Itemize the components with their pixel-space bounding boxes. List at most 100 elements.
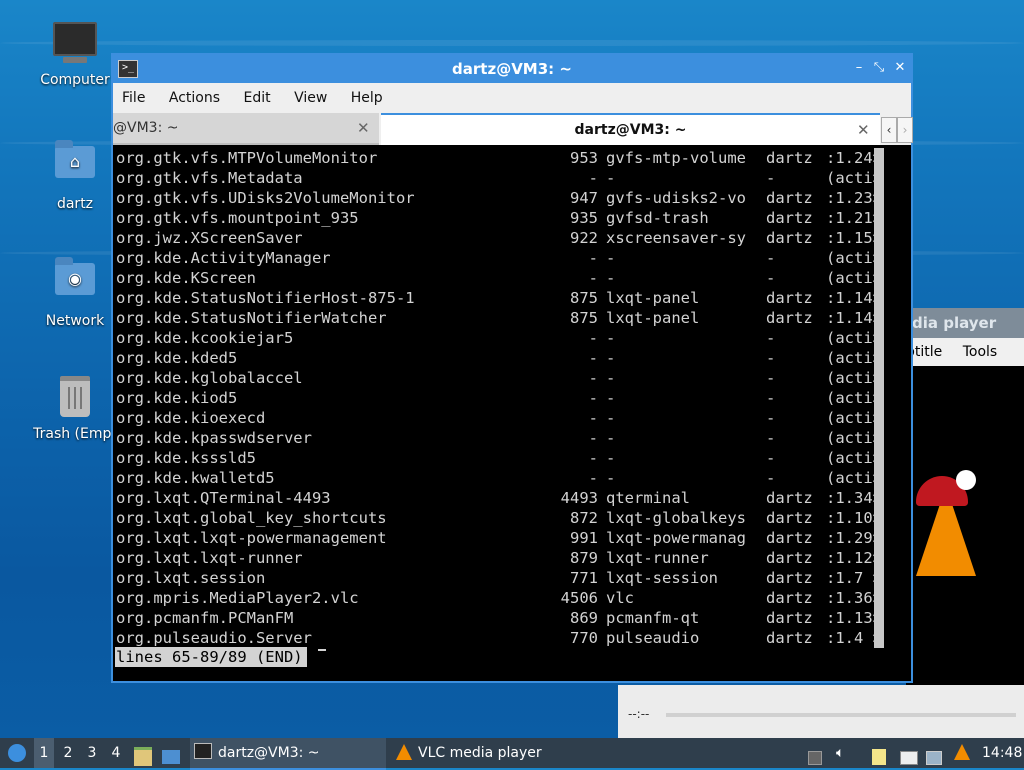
cell-process: xscreensaver-sy [606, 229, 746, 247]
cell-user: dartz [766, 489, 813, 507]
menu-help[interactable]: Help [351, 90, 383, 106]
tab-active[interactable]: dartz@VM3: ~ ✕ [381, 113, 880, 145]
vlc-seek-bar[interactable] [666, 713, 1016, 717]
cell-name: org.kde.kded5 [116, 349, 238, 367]
cell-pid: - [588, 269, 598, 287]
tab-scroll-left-button[interactable]: ‹ [881, 117, 897, 143]
vlc-video-area[interactable] [906, 366, 1024, 696]
vlc-title: dia player [906, 308, 1024, 338]
vlc-window[interactable]: dia player btitle Tools [906, 308, 1024, 738]
task-label: VLC media player [418, 745, 542, 761]
cell-pid: 922 [570, 229, 598, 247]
tray-network-icon[interactable] [926, 738, 946, 768]
desktop-icon-trash[interactable]: Trash (Empt [25, 372, 125, 442]
menu-edit[interactable]: Edit [243, 90, 270, 106]
tray-notes-icon[interactable] [872, 738, 892, 768]
desktop-icon-computer[interactable]: Computer [25, 22, 125, 88]
cell-process: lxqt-powermanag [606, 529, 746, 547]
cell-process: - [606, 409, 616, 427]
cell-pid: - [588, 429, 598, 447]
cell-pid: 875 [570, 309, 598, 327]
cell-name: org.gtk.vfs.Metadata [116, 169, 303, 187]
cell-process: lxqt-panel [606, 309, 700, 327]
tray-app-icon[interactable] [900, 738, 920, 768]
terminal-icon [194, 743, 212, 759]
tab-label: @VM3: ~ [113, 120, 179, 136]
vlc-tray-icon[interactable] [954, 738, 974, 768]
cell-pid: 4506 [560, 589, 598, 607]
tab-scroll-right-button[interactable]: › [897, 117, 913, 143]
menu-file[interactable]: File [122, 90, 145, 106]
cell-pid: - [588, 169, 598, 187]
cell-name: org.kde.KScreen [116, 269, 256, 287]
cell-process: - [606, 349, 616, 367]
cell-name: org.lxqt.lxqt-powermanagement [116, 529, 387, 547]
cell-process: lxqt-globalkeys [606, 509, 746, 527]
volume-icon[interactable]: 🔈︎ [836, 738, 854, 768]
tab-inactive[interactable]: @VM3: ~ ✕ [113, 113, 379, 145]
tab-close-icon[interactable]: ✕ [357, 113, 370, 143]
text-cursor [318, 649, 326, 651]
cell-process: - [606, 169, 616, 187]
cell-process: lxqt-runner [606, 549, 709, 567]
cell-name: org.kde.kwalletd5 [116, 469, 275, 487]
clock[interactable]: 14:48 [982, 738, 1022, 768]
cell-user: - [766, 429, 776, 447]
pager-status-line: lines 65-89/89 (END) [115, 647, 307, 667]
cell-user: dartz [766, 509, 813, 527]
cell-user: - [766, 169, 776, 187]
cell-name: org.kde.kpasswdserver [116, 429, 312, 447]
vlc-time-display: --:-- [628, 707, 650, 721]
window-titlebar[interactable]: >_ dartz@VM3: ~ – ⤡ ✕ [113, 55, 911, 83]
vlc-controls: --:-- [618, 685, 1024, 738]
cell-user: dartz [766, 549, 813, 567]
cell-pid: 4493 [560, 489, 598, 507]
desktop-switch-2[interactable]: 2 [58, 738, 78, 768]
desktop-switch-1[interactable]: 1 [34, 738, 54, 768]
cell-process: - [606, 429, 616, 447]
app-menu-button[interactable] [4, 738, 30, 768]
tab-close-icon[interactable]: ✕ [857, 115, 870, 145]
cell-name: org.mpris.MediaPlayer2.vlc [116, 589, 359, 607]
task-vlc[interactable]: VLC media player [390, 738, 590, 770]
cell-name: org.gtk.vfs.UDisks2VolumeMonitor [116, 189, 415, 207]
cell-user: - [766, 349, 776, 367]
close-button[interactable]: ✕ [891, 59, 909, 77]
desktop-icon-home[interactable]: ⌂ dartz [25, 138, 125, 212]
terminal-window[interactable]: >_ dartz@VM3: ~ – ⤡ ✕ File Actions Edit … [111, 53, 913, 683]
task-terminal[interactable]: dartz@VM3: ~ [190, 738, 386, 770]
file-manager-launcher-icon[interactable] [134, 738, 154, 768]
cell-process: gvfs-mtp-volume [606, 149, 746, 167]
cell-name: org.jwz.XScreenSaver [116, 229, 303, 247]
minimize-button[interactable]: – [850, 59, 868, 77]
cell-process: - [606, 249, 616, 267]
cell-user: dartz [766, 529, 813, 547]
scrollbar[interactable] [874, 148, 884, 648]
tray-clipboard-icon[interactable] [808, 738, 826, 768]
cell-pid: 991 [570, 529, 598, 547]
show-desktop-icon[interactable] [162, 738, 182, 768]
cell-process: qterminal [606, 489, 690, 507]
cell-process: vlc [606, 589, 634, 607]
desktop-icon-label: Trash (Empt [33, 426, 117, 442]
desktop-icon-network[interactable]: ◉ Network [25, 255, 125, 329]
vlc-menu-tools[interactable]: Tools [963, 344, 998, 360]
menu-actions[interactable]: Actions [169, 90, 220, 106]
cell-user: dartz [766, 609, 813, 627]
cell-user: dartz [766, 189, 813, 207]
cell-process: pulseaudio [606, 629, 700, 647]
cell-pid: - [588, 469, 598, 487]
cell-user: dartz [766, 629, 813, 647]
desktop-icon-label: Network [45, 313, 105, 329]
cell-process: gvfsd-trash [606, 209, 709, 227]
desktop-switch-4[interactable]: 4 [106, 738, 126, 768]
cell-name: org.gtk.vfs.MTPVolumeMonitor [116, 149, 378, 167]
cell-process: - [606, 369, 616, 387]
desktop-switch-3[interactable]: 3 [82, 738, 102, 768]
menu-view[interactable]: View [294, 90, 327, 106]
cell-user: dartz [766, 569, 813, 587]
network-folder-icon: ◉ [53, 257, 97, 307]
terminal-output[interactable]: org.gtk.vfs.MTPVolumeMonitor 953 gvfs-mtp-… [113, 145, 911, 681]
desktop-icon-label: Computer [40, 72, 110, 88]
maximize-button[interactable]: ⤡ [870, 59, 888, 77]
